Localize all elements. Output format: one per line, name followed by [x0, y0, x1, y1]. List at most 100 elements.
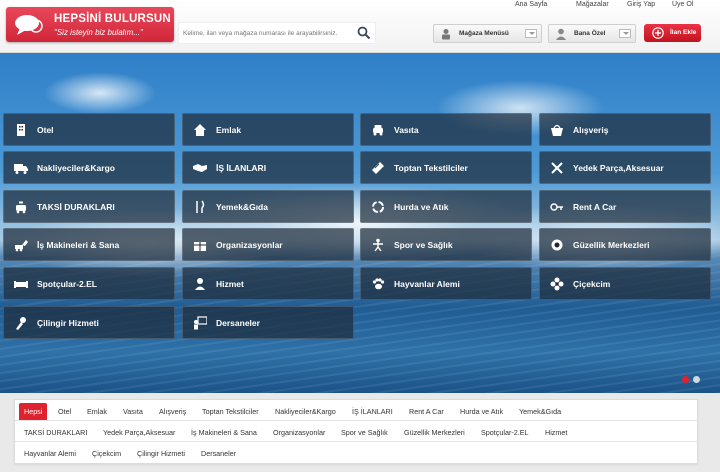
tab-item[interactable]: Alışveriş [154, 403, 191, 420]
category-label: İş Makineleri & Sana [37, 240, 120, 250]
tab-item[interactable]: Emlak [82, 403, 112, 420]
category-label: Nakliyeciler&Kargo [37, 163, 115, 173]
store-user-icon [442, 29, 450, 40]
tab-item[interactable]: Yemek&Gıda [514, 403, 566, 420]
category-label: Yedek Parça,Aksesuar [573, 163, 664, 173]
tab-item[interactable]: Güzellik Merkezleri [399, 424, 470, 441]
locksmith-icon [16, 317, 26, 330]
paw-icon [372, 278, 385, 290]
category-tile[interactable]: TAKSİ DURAKLARI [3, 190, 175, 223]
search-input[interactable] [183, 26, 351, 41]
category-tile[interactable]: Yemek&Gıda [182, 190, 354, 223]
tab-item[interactable]: Rent A Car [404, 403, 449, 420]
category-tile[interactable]: Çilingir Hizmeti [3, 306, 175, 339]
category-tile[interactable]: Spotçular-2.EL [3, 267, 175, 300]
category-tile[interactable]: İŞ İLANLARI [182, 151, 354, 184]
basket-icon [551, 124, 563, 136]
tab-item[interactable]: Hurda ve Atık [455, 403, 508, 420]
tab-item[interactable]: Otel [53, 403, 76, 420]
link-login[interactable]: Giriş Yap [627, 1, 655, 8]
category-tile[interactable]: Vasıta [360, 113, 532, 146]
user-menu-label: Bana Özel [574, 30, 606, 37]
category-label: Otel [37, 125, 54, 135]
category-tabs: Hepsi Otel Emlak Vasıta Alışveriş Toptan Teks… [14, 399, 699, 464]
category-tile[interactable]: Güzellik Merkezleri [539, 228, 711, 261]
category-label: Güzellik Merkezleri [573, 240, 650, 250]
logo-title: HEPSİNİ BULURSUN [54, 13, 171, 25]
taxi-icon [16, 201, 26, 214]
tab-item[interactable]: Nakliyeciler&Kargo [270, 403, 341, 420]
teacher-icon [194, 316, 207, 330]
sofa-icon [14, 281, 28, 288]
category-tile[interactable]: Dersaneler [182, 306, 354, 339]
tab-item[interactable]: Hepsi [19, 403, 48, 420]
category-label: Hayvanlar Alemi [394, 279, 460, 289]
category-label: Rent A Car [573, 202, 617, 212]
building-icon [17, 124, 25, 136]
category-label: Spotçular-2.EL [37, 279, 97, 289]
category-tile[interactable]: Alışveriş [539, 113, 711, 146]
tab-row: TAKSİ DURAKLARI Yedek Parça,Aksesuar İş Ma… [15, 421, 699, 442]
speech-bubble-icon [15, 15, 43, 35]
category-tile[interactable]: Yedek Parça,Aksesuar [539, 151, 711, 184]
tab-row: Hayvanlar Alemi Çiçekcim Çilingir Hizmeti D… [15, 442, 699, 463]
worker-icon [195, 278, 205, 290]
key-car-icon [550, 203, 563, 211]
add-listing-button[interactable]: İlan Ekle [644, 24, 701, 42]
category-label: Çiçekcim [573, 279, 611, 289]
tab-item[interactable]: Spor ve Sağlık [336, 424, 393, 441]
user-menu-button[interactable]: Bana Özel [548, 24, 636, 43]
top-links: Ana Sayfa Mağazalar Giriş Yap Üye Ol [500, 1, 720, 13]
tab-item[interactable]: TAKSİ DURAKLARI [19, 424, 92, 441]
tab-item[interactable]: Hizmet [540, 424, 572, 441]
category-label: Emlak [216, 125, 242, 135]
link-home[interactable]: Ana Sayfa [515, 1, 547, 8]
category-tile[interactable]: Organizasyonlar [182, 228, 354, 261]
tab-item[interactable]: Çilingir Hizmeti [132, 445, 190, 462]
category-label: Spor ve Sağlık [394, 240, 453, 250]
chevron-down-icon [525, 29, 537, 38]
category-tile[interactable]: Rent A Car [539, 190, 711, 223]
tab-item[interactable]: Spotçular-2.EL [476, 424, 534, 441]
slider-dot-2[interactable] [693, 376, 700, 383]
category-tile[interactable]: Emlak [182, 113, 354, 146]
link-stores[interactable]: Mağazalar [576, 1, 609, 8]
slider-dot-1[interactable] [682, 376, 689, 383]
category-label: TAKSİ DURAKLARI [37, 202, 115, 212]
category-label: Hurda ve Atık [394, 202, 449, 212]
search-icon[interactable] [357, 26, 371, 40]
category-tile[interactable]: Çiçekcim [539, 267, 711, 300]
cutlery-icon [196, 200, 205, 213]
tab-item[interactable]: Hayvanlar Alemi [19, 445, 81, 462]
category-label: Organizasyonlar [216, 240, 283, 250]
link-register[interactable]: Üye Ol [672, 1, 693, 8]
category-tile[interactable]: Hurda ve Atık [360, 190, 532, 223]
tab-item[interactable]: İŞ İLANLARI [347, 403, 398, 420]
category-tile[interactable]: Spor ve Sağlık [360, 228, 532, 261]
category-tile[interactable]: Hizmet [182, 267, 354, 300]
category-tile[interactable]: Toptan Tekstilciler [360, 151, 532, 184]
category-tile[interactable]: Otel [3, 113, 175, 146]
store-menu-button[interactable]: Mağaza Menüsü [433, 24, 542, 43]
logo[interactable]: HEPSİNİ BULURSUN "Siz isteyin biz bulalı… [6, 7, 174, 42]
tab-item[interactable]: Dersaneler [196, 445, 241, 462]
category-label: Yemek&Gıda [216, 202, 268, 212]
tab-item[interactable]: Yedek Parça,Aksesuar [98, 424, 180, 441]
tab-item[interactable]: Vasıta [118, 403, 148, 420]
tab-item[interactable]: İş Makineleri & Sana [186, 424, 262, 441]
category-tile[interactable]: Hayvanlar Alemi [360, 267, 532, 300]
category-tile[interactable]: İş Makineleri & Sana [3, 228, 175, 261]
user-icon [556, 28, 566, 40]
plus-circle-icon [652, 27, 664, 39]
hero-slider: Otel Emlak Vasıta Alışveriş Nakliyeciler&Kar… [0, 53, 720, 393]
tab-item[interactable]: Toptan Tekstilciler [197, 403, 264, 420]
category-label: Alışveriş [573, 125, 609, 135]
category-label: Hizmet [216, 279, 244, 289]
add-listing-label: İlan Ekle [670, 29, 697, 36]
search-box [178, 22, 376, 44]
category-tile[interactable]: Nakliyeciler&Kargo [3, 151, 175, 184]
category-label: İŞ İLANLARI [216, 163, 267, 173]
tab-item[interactable]: Organizasyonlar [268, 424, 330, 441]
logo-tagline: "Siz isteyin biz bulalım..." [54, 28, 143, 37]
tab-item[interactable]: Çiçekcim [87, 445, 126, 462]
